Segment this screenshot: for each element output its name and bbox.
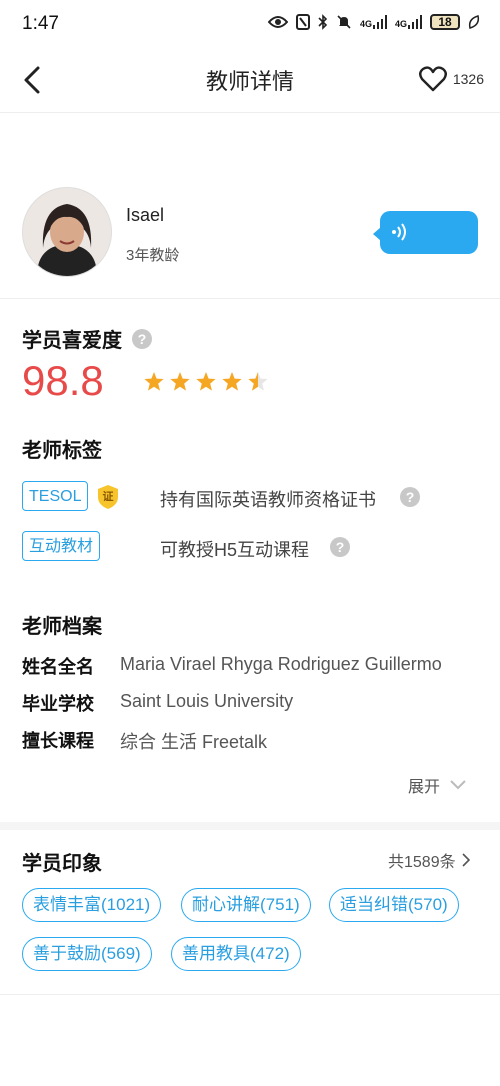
impressions-total: 共1589条 (388, 854, 456, 871)
popularity-score: 98.8 (22, 357, 104, 404)
chevron-right-icon (462, 853, 470, 867)
bluetooth-icon (318, 14, 328, 30)
help-icon[interactable]: ? (132, 328, 152, 349)
tag-badge-tesol: TESOL (22, 481, 89, 511)
tag-badge-interactive: 互动教材 (22, 531, 101, 561)
tag-description: 可教授H5互动课程 (160, 540, 310, 560)
divider (0, 994, 500, 995)
impressions-title: 学员印象 (22, 853, 102, 875)
heart-icon[interactable] (418, 66, 447, 92)
profile-value: 综合 生活 Freetalk (120, 732, 268, 752)
section-divider (0, 822, 500, 830)
half-star-icon (248, 372, 268, 391)
tag-row-interactive: 互动教材 可教授H5互动课程 ? (22, 531, 478, 565)
star-icon (196, 372, 216, 391)
chevron-down-icon (450, 780, 466, 790)
profile-label: 姓名全名 (22, 657, 94, 677)
teacher-experience: 3年教龄 (126, 247, 180, 264)
network-b-icon: 4G (395, 15, 422, 29)
tag-row-tesol: TESOL 证 持有国际英语教师资格证书 ? (22, 481, 478, 515)
profile-label: 毕业学校 (22, 694, 94, 714)
impression-tag[interactable]: 耐心讲解(751) (181, 888, 311, 922)
voice-intro-button[interactable] (373, 211, 478, 254)
eye-icon (267, 16, 288, 28)
sound-wave-icon (392, 223, 406, 241)
certificate-icon-text: 证 (102, 491, 114, 503)
expand-button[interactable]: 展开 (408, 773, 466, 797)
mute-icon (337, 15, 351, 29)
nav-bar: 教师详情 1326 (0, 48, 500, 113)
profile-title: 老师档案 (22, 616, 102, 638)
popularity-section: 学员喜爱度 ? (22, 324, 152, 353)
status-icons: 4G 4G 18 (267, 14, 480, 30)
profile-label: 擅长课程 (22, 731, 94, 751)
certificate-icon: 证 (97, 484, 119, 515)
status-bar: 1:47 4G 4G 18 (0, 0, 500, 48)
network-a-icon: 4G (360, 15, 387, 29)
impression-tag[interactable]: 善用教具(472) (171, 937, 301, 971)
profile-row: 擅长课程 综合 生活 Freetalk (22, 727, 490, 753)
battery-icon: 18 (430, 14, 460, 30)
rating-stars (143, 371, 269, 392)
teacher-profile: Isael 3年教龄 (0, 187, 500, 297)
profile-row: 姓名全名 Maria Virael Rhyga Rodriguez Guille… (22, 653, 490, 679)
tag-description: 持有国际英语教师资格证书 (160, 490, 376, 510)
impression-tag[interactable]: 适当纠错(570) (329, 888, 459, 922)
teacher-name: Isael (126, 205, 165, 225)
profile-value: Saint Louis University (120, 691, 294, 711)
network-a-label: 4G (359, 19, 372, 29)
impression-tag[interactable]: 善于鼓励(569) (22, 937, 152, 971)
tags-title: 老师标签 (22, 440, 102, 462)
like-count: 1326 (452, 71, 484, 87)
nfc-icon (295, 14, 310, 30)
star-icon (222, 372, 242, 391)
leaf-icon (468, 15, 480, 29)
profile-value: Maria Virael Rhyga Rodriguez Guillermo (120, 654, 442, 674)
star-icon (170, 372, 190, 391)
network-b-label: 4G (394, 19, 407, 29)
help-icon[interactable]: ? (400, 487, 420, 507)
divider (0, 298, 500, 299)
avatar[interactable] (22, 187, 112, 277)
impression-tag[interactable]: 表情丰富(1021) (22, 888, 162, 922)
impressions-total-link[interactable]: 共1589条 (388, 848, 470, 872)
star-icon (144, 372, 164, 391)
status-time: 1:47 (22, 13, 59, 34)
profile-row: 毕业学校 Saint Louis University (22, 690, 490, 716)
expand-label: 展开 (408, 779, 441, 796)
popularity-title: 学员喜爱度 (22, 330, 122, 352)
like-button[interactable]: 1326 (418, 66, 484, 92)
help-icon[interactable]: ? (330, 537, 350, 557)
